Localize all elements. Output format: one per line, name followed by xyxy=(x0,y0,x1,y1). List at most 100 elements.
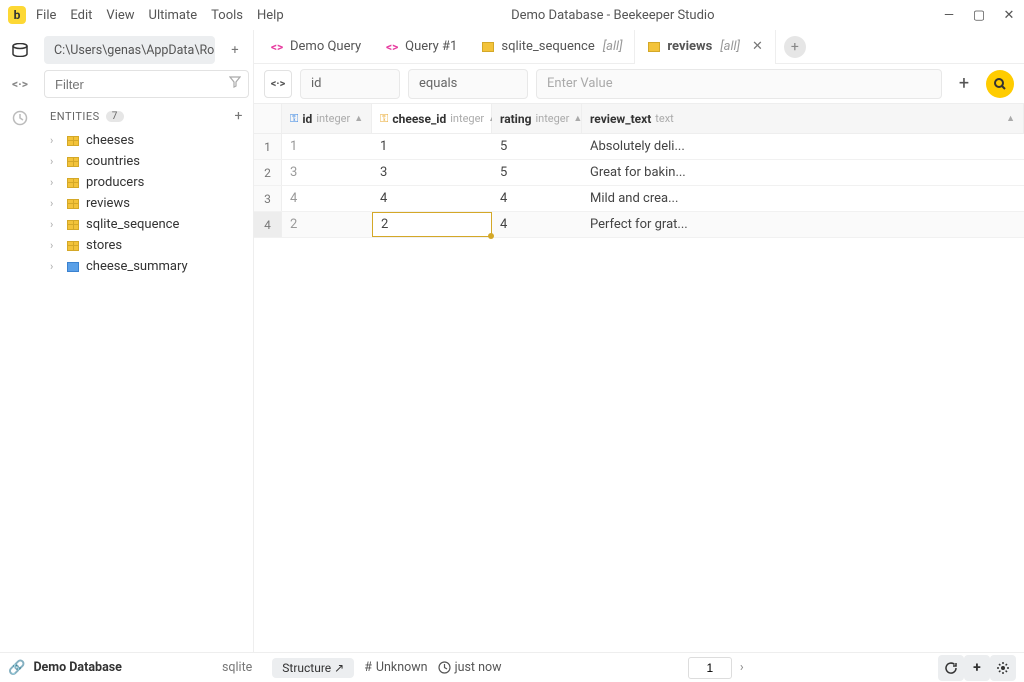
cell-cheese-id[interactable]: 3 xyxy=(372,160,492,185)
chevron-right-icon: › xyxy=(50,239,60,252)
table-icon xyxy=(482,42,494,52)
status-bar: 🔗 Demo Database sqlite Structure ↗ #Unkn… xyxy=(0,652,1024,682)
cell-rating[interactable]: 4 xyxy=(492,186,582,211)
cell-id[interactable]: 4 xyxy=(282,186,372,211)
col-header-id[interactable]: ⚿ id integer ▲ xyxy=(282,104,372,133)
cell-cheese-id[interactable]: 1 xyxy=(372,134,492,159)
add-filter-button[interactable]: + xyxy=(950,70,978,98)
tab-sqlite-sequence[interactable]: sqlite_sequence [all] xyxy=(469,30,634,63)
cell-review-text[interactable]: Great for bakin... xyxy=(582,160,1024,185)
page-input[interactable] xyxy=(688,657,732,679)
table-icon xyxy=(67,157,79,167)
filter-mode-toggle[interactable]: <·> xyxy=(264,70,292,98)
chevron-right-icon: › xyxy=(50,197,60,210)
cell-review-text[interactable]: Perfect for grat... xyxy=(582,212,1024,237)
filter-operator-select[interactable]: equals xyxy=(408,69,528,99)
col-type: integer xyxy=(316,112,350,125)
hash-icon: # xyxy=(364,660,372,675)
tab-query-1[interactable]: <>Query #1 xyxy=(373,30,469,63)
cell-cheese-id-editing[interactable]: 2 xyxy=(372,212,492,237)
menu-view[interactable]: View xyxy=(106,8,134,23)
cell-cheese-id[interactable]: 4 xyxy=(372,186,492,211)
table-icon xyxy=(67,220,79,230)
close-tab-icon[interactable]: ✕ xyxy=(752,39,763,54)
chevron-right-icon: › xyxy=(50,176,60,189)
table-row[interactable]: 2 3 3 5 Great for bakin... xyxy=(254,160,1024,186)
entity-filter-input[interactable] xyxy=(44,70,249,98)
table-icon xyxy=(67,136,79,146)
db-type: sqlite xyxy=(222,660,252,675)
window-controls: — ▢ ✕ xyxy=(942,8,1016,23)
entity-cheeses[interactable]: ›cheeses xyxy=(44,130,249,151)
cell-rating[interactable]: 5 xyxy=(492,160,582,185)
tables-rail-icon[interactable] xyxy=(10,40,30,60)
settings-button[interactable] xyxy=(990,655,1016,681)
tab-suffix: [all] xyxy=(603,39,623,54)
unknown-indicator[interactable]: #Unknown xyxy=(364,660,427,675)
add-connection-button[interactable]: + xyxy=(221,36,249,64)
entity-stores[interactable]: ›stores xyxy=(44,235,249,256)
table-row[interactable]: 1 1 1 5 Absolutely deli... xyxy=(254,134,1024,160)
filter-icon[interactable] xyxy=(229,76,241,88)
table-icon xyxy=(67,241,79,251)
maximize-icon[interactable]: ▢ xyxy=(972,8,986,23)
history-rail-icon[interactable] xyxy=(10,108,30,128)
tab-label: sqlite_sequence xyxy=(501,39,594,54)
code-rail-icon[interactable]: <·> xyxy=(10,74,30,94)
table-row[interactable]: 4 2 2 4 Perfect for grat... xyxy=(254,212,1024,238)
cell-rating[interactable]: 4 xyxy=(492,212,582,237)
entities-header: ENTITIES 7 + xyxy=(44,108,249,130)
run-filter-button[interactable] xyxy=(986,70,1014,98)
chevron-right-icon: › xyxy=(50,155,60,168)
add-entity-button[interactable]: + xyxy=(235,108,243,124)
cell-review-text[interactable]: Mild and crea... xyxy=(582,186,1024,211)
entities-count: 7 xyxy=(106,111,124,122)
entity-producers[interactable]: ›producers xyxy=(44,172,249,193)
row-number: 3 xyxy=(254,186,282,211)
entity-label: countries xyxy=(86,154,140,169)
cell-rating[interactable]: 5 xyxy=(492,134,582,159)
col-header-rating[interactable]: rating integer ▲ xyxy=(492,104,582,133)
row-number: 2 xyxy=(254,160,282,185)
next-page-icon[interactable]: › xyxy=(740,660,744,675)
clock-icon xyxy=(438,661,451,674)
entity-cheese-summary[interactable]: ›cheese_summary xyxy=(44,256,249,277)
tab-demo-query[interactable]: <>Demo Query xyxy=(258,30,373,63)
menu-file[interactable]: File xyxy=(36,8,56,23)
col-header-review-text[interactable]: review_text text ▲ xyxy=(582,104,1024,133)
connection-link-icon[interactable]: 🔗 xyxy=(8,660,25,676)
table-row[interactable]: 3 4 4 4 Mild and crea... xyxy=(254,186,1024,212)
entity-label: sqlite_sequence xyxy=(86,217,179,232)
filter-value-input[interactable]: Enter Value xyxy=(536,69,942,99)
entity-countries[interactable]: › countries xyxy=(44,151,249,172)
close-icon[interactable]: ✕ xyxy=(1002,8,1016,23)
primary-key-icon: ⚿ xyxy=(290,112,298,126)
structure-button[interactable]: Structure ↗ xyxy=(272,658,354,678)
cell-id[interactable]: 1 xyxy=(282,134,372,159)
menu-tools[interactable]: Tools xyxy=(211,8,243,23)
menu-ultimate[interactable]: Ultimate xyxy=(149,8,198,23)
tab-label: reviews xyxy=(667,39,712,54)
entities-label: ENTITIES xyxy=(50,110,100,123)
add-row-button[interactable]: + xyxy=(964,655,990,681)
cell-id[interactable]: 3 xyxy=(282,160,372,185)
entity-reviews[interactable]: ›reviews xyxy=(44,193,249,214)
minimize-icon[interactable]: — xyxy=(942,8,956,23)
connection-name: Demo Database xyxy=(33,660,122,675)
refresh-button[interactable] xyxy=(938,655,964,681)
cell-review-text[interactable]: Absolutely deli... xyxy=(582,134,1024,159)
menu-help[interactable]: Help xyxy=(257,8,284,23)
add-tab-button[interactable]: + xyxy=(784,36,806,58)
foreign-key-icon: ⚿ xyxy=(380,112,388,126)
cell-id[interactable]: 2 xyxy=(282,212,372,237)
entity-label: cheese_summary xyxy=(86,259,188,274)
col-header-cheese-id[interactable]: ⚿ cheese_id integer ▲ xyxy=(372,104,492,133)
connection-chip[interactable]: C:\Users\genas\AppData\Ro... xyxy=(44,36,215,64)
entity-tree: ›cheeses ›countries ›producers ›reviews … xyxy=(44,130,249,277)
chevron-right-icon: › xyxy=(50,134,60,147)
filter-field-select[interactable]: id xyxy=(300,69,400,99)
column-header-row: ⚿ id integer ▲ ⚿ cheese_id integer ▲ rat… xyxy=(254,104,1024,134)
tab-reviews[interactable]: reviews[all]✕ xyxy=(634,30,775,63)
menu-edit[interactable]: Edit xyxy=(70,8,92,23)
entity-sqlite-sequence[interactable]: ›sqlite_sequence xyxy=(44,214,249,235)
